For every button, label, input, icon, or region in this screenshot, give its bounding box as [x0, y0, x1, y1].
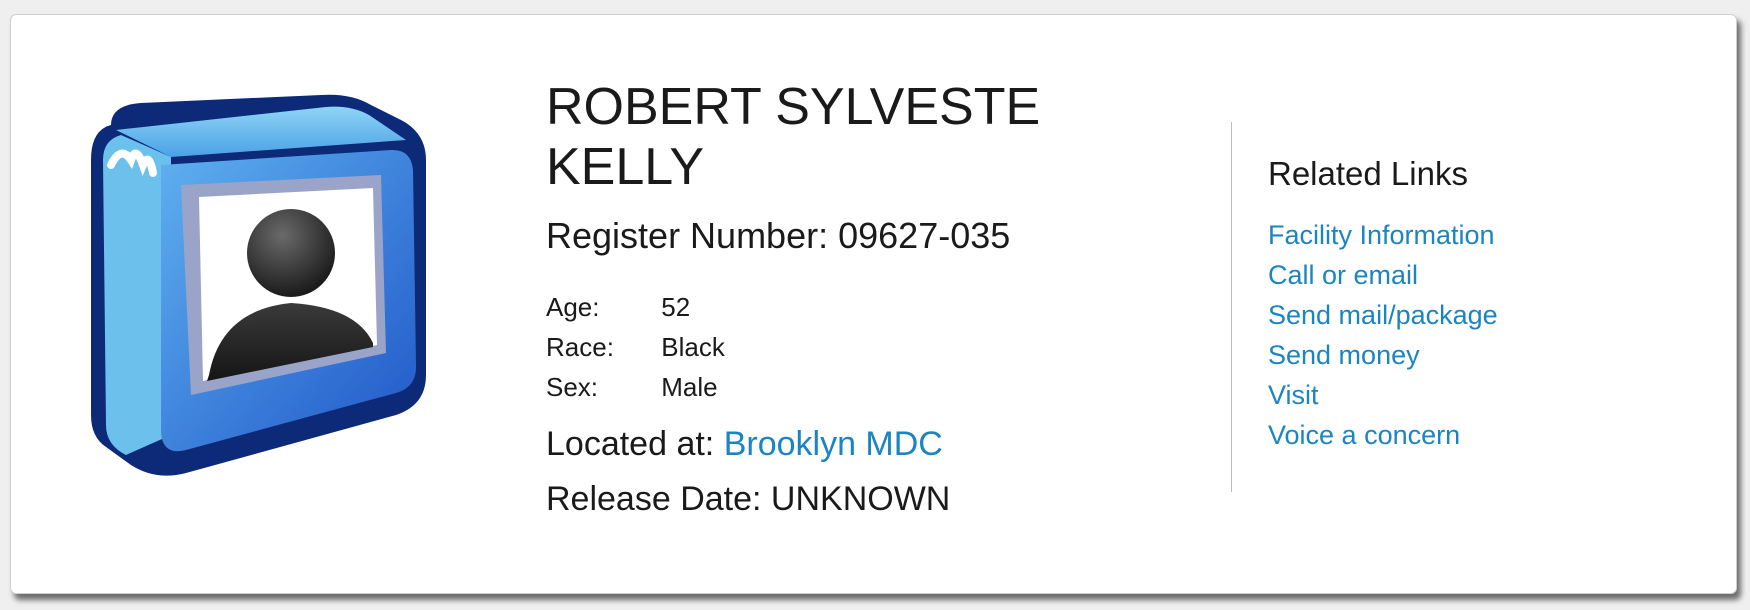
register-number-row: Register Number: 09627-035 — [546, 215, 1146, 257]
inmate-info: ROBERT SYLVESTE KELLY Register Number: 0… — [546, 77, 1146, 519]
sex-value: Male — [661, 372, 718, 402]
location-label: Located at: — [546, 425, 715, 463]
register-number-label: Register Number: — [546, 215, 829, 256]
location-row: Located at: Brooklyn MDC — [546, 425, 1146, 464]
age-label: Age: — [546, 292, 600, 322]
detail-row-race: Race: Black — [546, 327, 1146, 367]
race-label: Race: — [546, 332, 614, 362]
link-facility-information[interactable]: Facility Information — [1268, 215, 1498, 255]
detail-row-sex: Sex: Male — [546, 367, 1146, 407]
register-number-value: 09627-035 — [838, 215, 1011, 256]
age-value: 52 — [661, 292, 691, 322]
inmate-details: Age: 52 Race: Black Sex: Male — [546, 287, 1146, 407]
location-link[interactable]: Brooklyn MDC — [724, 425, 943, 463]
release-date-value: UNKNOWN — [770, 480, 951, 518]
person-placeholder-icon — [81, 85, 461, 485]
link-call-or-email[interactable]: Call or email — [1268, 255, 1498, 295]
related-links-panel: Related Links Facility Information Call … — [1268, 155, 1498, 455]
related-links-title: Related Links — [1268, 155, 1468, 192]
inmate-name-line1: ROBERT SYLVESTE — [546, 78, 1041, 136]
inmate-name: ROBERT SYLVESTE KELLY — [546, 77, 1146, 197]
link-send-money[interactable]: Send money — [1268, 335, 1498, 375]
sex-label: Sex: — [546, 372, 599, 402]
inmate-record-card: ROBERT SYLVESTE KELLY Register Number: 0… — [10, 14, 1737, 594]
link-send-mail-package[interactable]: Send mail/package — [1268, 295, 1498, 335]
vertical-divider — [1231, 122, 1232, 492]
release-date-label: Release Date: — [546, 480, 762, 518]
race-value: Black — [661, 332, 725, 362]
link-voice-a-concern[interactable]: Voice a concern — [1268, 415, 1498, 455]
release-date-row: Release Date: UNKNOWN — [546, 480, 1146, 519]
inmate-name-line2: KELLY — [546, 138, 705, 196]
detail-row-age: Age: 52 — [546, 287, 1146, 327]
link-visit[interactable]: Visit — [1268, 375, 1498, 415]
